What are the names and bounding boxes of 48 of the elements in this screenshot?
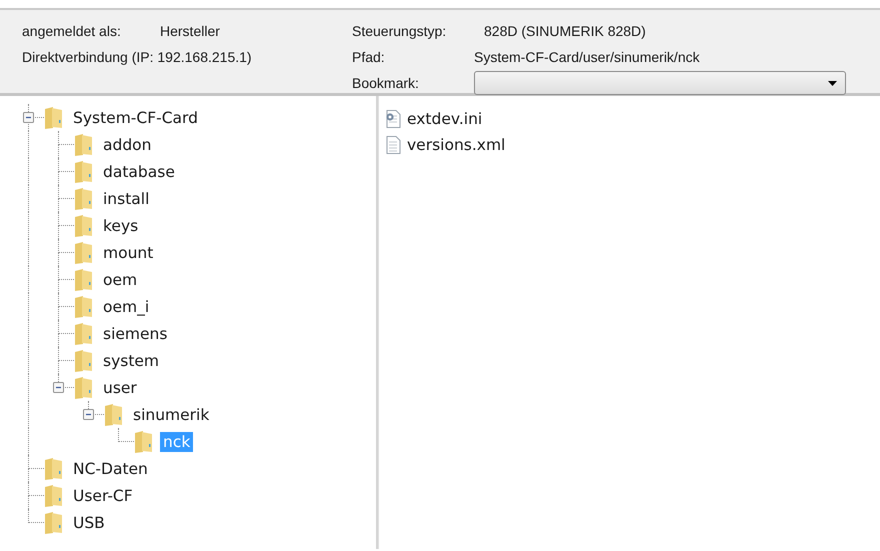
bookmark-label: Bookmark: (352, 75, 420, 91)
tree-item[interactable]: USB (70, 512, 108, 532)
folder-icon (74, 132, 94, 156)
control-type-value: 828D (SINUMERIK 828D) (484, 23, 646, 39)
folder-icon (74, 376, 94, 400)
folder-icon (74, 348, 94, 372)
tree-item[interactable]: oem_i (100, 296, 152, 316)
bookmark-dropdown[interactable] (474, 71, 846, 95)
document-icon (385, 136, 401, 154)
tree-item[interactable]: siemens (100, 324, 170, 344)
folder-icon (44, 456, 64, 480)
settings-file-icon (385, 110, 401, 128)
tree-item[interactable]: sinumerik (130, 404, 212, 424)
folder-icon (74, 186, 94, 210)
file-item[interactable]: extdev.ini (407, 110, 482, 128)
folder-icon (104, 402, 124, 426)
file-item[interactable]: versions.xml (407, 136, 506, 154)
folder-icon (134, 430, 154, 454)
tree-item[interactable]: user (100, 378, 140, 398)
tree-item[interactable]: oem (100, 270, 140, 290)
tree-item[interactable]: System-CF-Card (70, 108, 201, 128)
tree-item[interactable]: User-CF (70, 486, 136, 506)
folder-icon (74, 322, 94, 346)
tree-item[interactable]: mount (100, 242, 156, 262)
collapse-toggle[interactable] (83, 409, 94, 420)
folder-icon (74, 240, 94, 264)
folder-icon (44, 484, 64, 508)
folder-icon (74, 214, 94, 238)
tree-item[interactable]: addon (100, 134, 154, 154)
tree-item[interactable]: NC-Daten (70, 458, 151, 478)
folder-icon (44, 510, 64, 534)
path-value: System-CF-Card/user/sinumerik/nck (474, 49, 700, 65)
collapse-toggle[interactable] (23, 112, 34, 123)
tree-item[interactable]: keys (100, 216, 142, 236)
path-label: Pfad: (352, 49, 386, 65)
login-value: Hersteller (160, 23, 220, 39)
collapse-toggle[interactable] (53, 382, 64, 393)
tree-item[interactable]: database (100, 162, 178, 182)
connection-text: Direktverbindung (IP: 192.168.215.1) (22, 49, 252, 65)
caret-icon (828, 81, 837, 86)
login-label: angemeldet als: (22, 23, 122, 39)
folder-icon (44, 106, 64, 130)
folder-icon (74, 160, 94, 184)
folder-icon (74, 294, 94, 318)
tree-item[interactable]: install (100, 188, 152, 208)
tree-item[interactable]: system (100, 350, 162, 370)
control-type-label: Steuerungstyp: (352, 23, 448, 39)
folder-icon (74, 268, 94, 292)
